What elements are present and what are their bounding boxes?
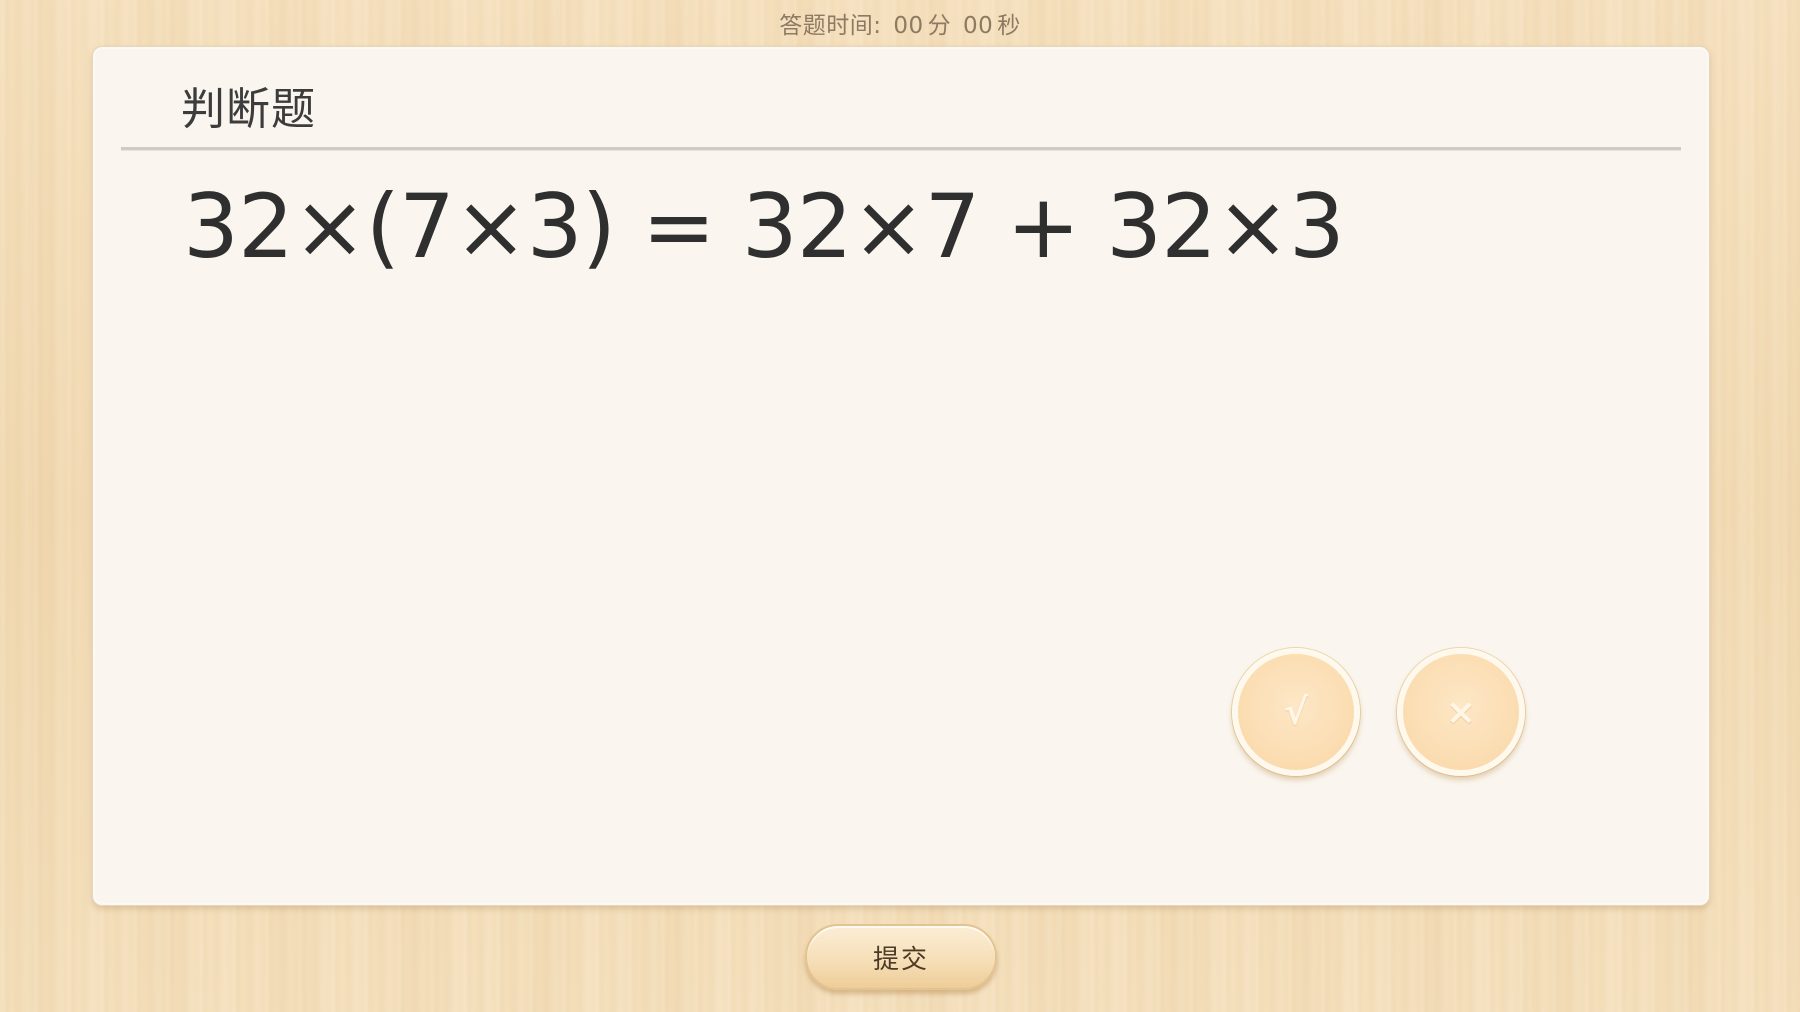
cross-icon: × [1445,691,1477,733]
timer-minutes: 00 [893,13,924,39]
timer-minutes-unit: 分 [927,13,952,39]
check-icon: √ [1283,691,1308,733]
question-type-title: 判断题 [181,84,316,135]
timer-seconds: 00 [962,13,994,39]
timer-label: 答题时间: [779,13,882,39]
submit-label: 提交 [872,944,929,975]
title-divider [121,147,1681,151]
answer-timer: 答题时间: 00 分 00 秒 [0,6,1800,40]
true-choice-button[interactable]: √ [1232,648,1360,776]
submit-button[interactable]: 提交 [805,924,997,990]
false-choice-button[interactable]: × [1397,648,1525,776]
question-card: 判断题 32×(7×3) = 32×7 + 32×3 [92,46,1710,906]
timer-seconds-unit: 秒 [997,13,1021,39]
question-equation: 32×(7×3) = 32×7 + 32×3 [183,175,1345,278]
